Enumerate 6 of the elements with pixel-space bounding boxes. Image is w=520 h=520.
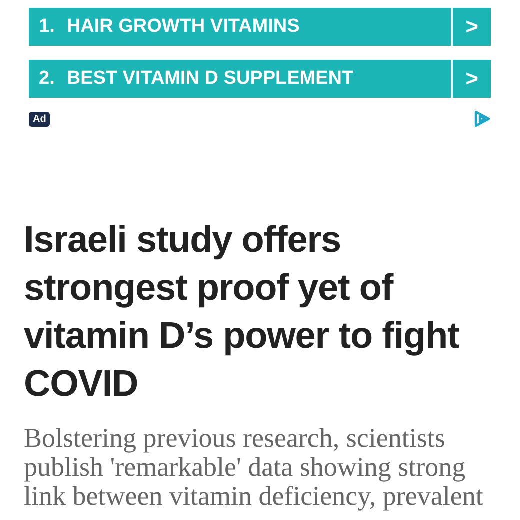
ad-link[interactable]: 1. HAIR GROWTH VITAMINS > (29, 8, 491, 46)
ad-link[interactable]: 2. BEST VITAMIN D SUPPLEMENT > (29, 60, 491, 98)
play-icon[interactable] (473, 110, 491, 128)
ad-badge: Ad (29, 112, 50, 126)
headline: Israeli study offers strongest proof yet of vitamin D’s power to fight COVID (24, 218, 460, 406)
subheadline: Bolstering previous research, scientists publish 'remarkable' data showing strong link between vitamin deficiency, prevalent (24, 424, 484, 511)
